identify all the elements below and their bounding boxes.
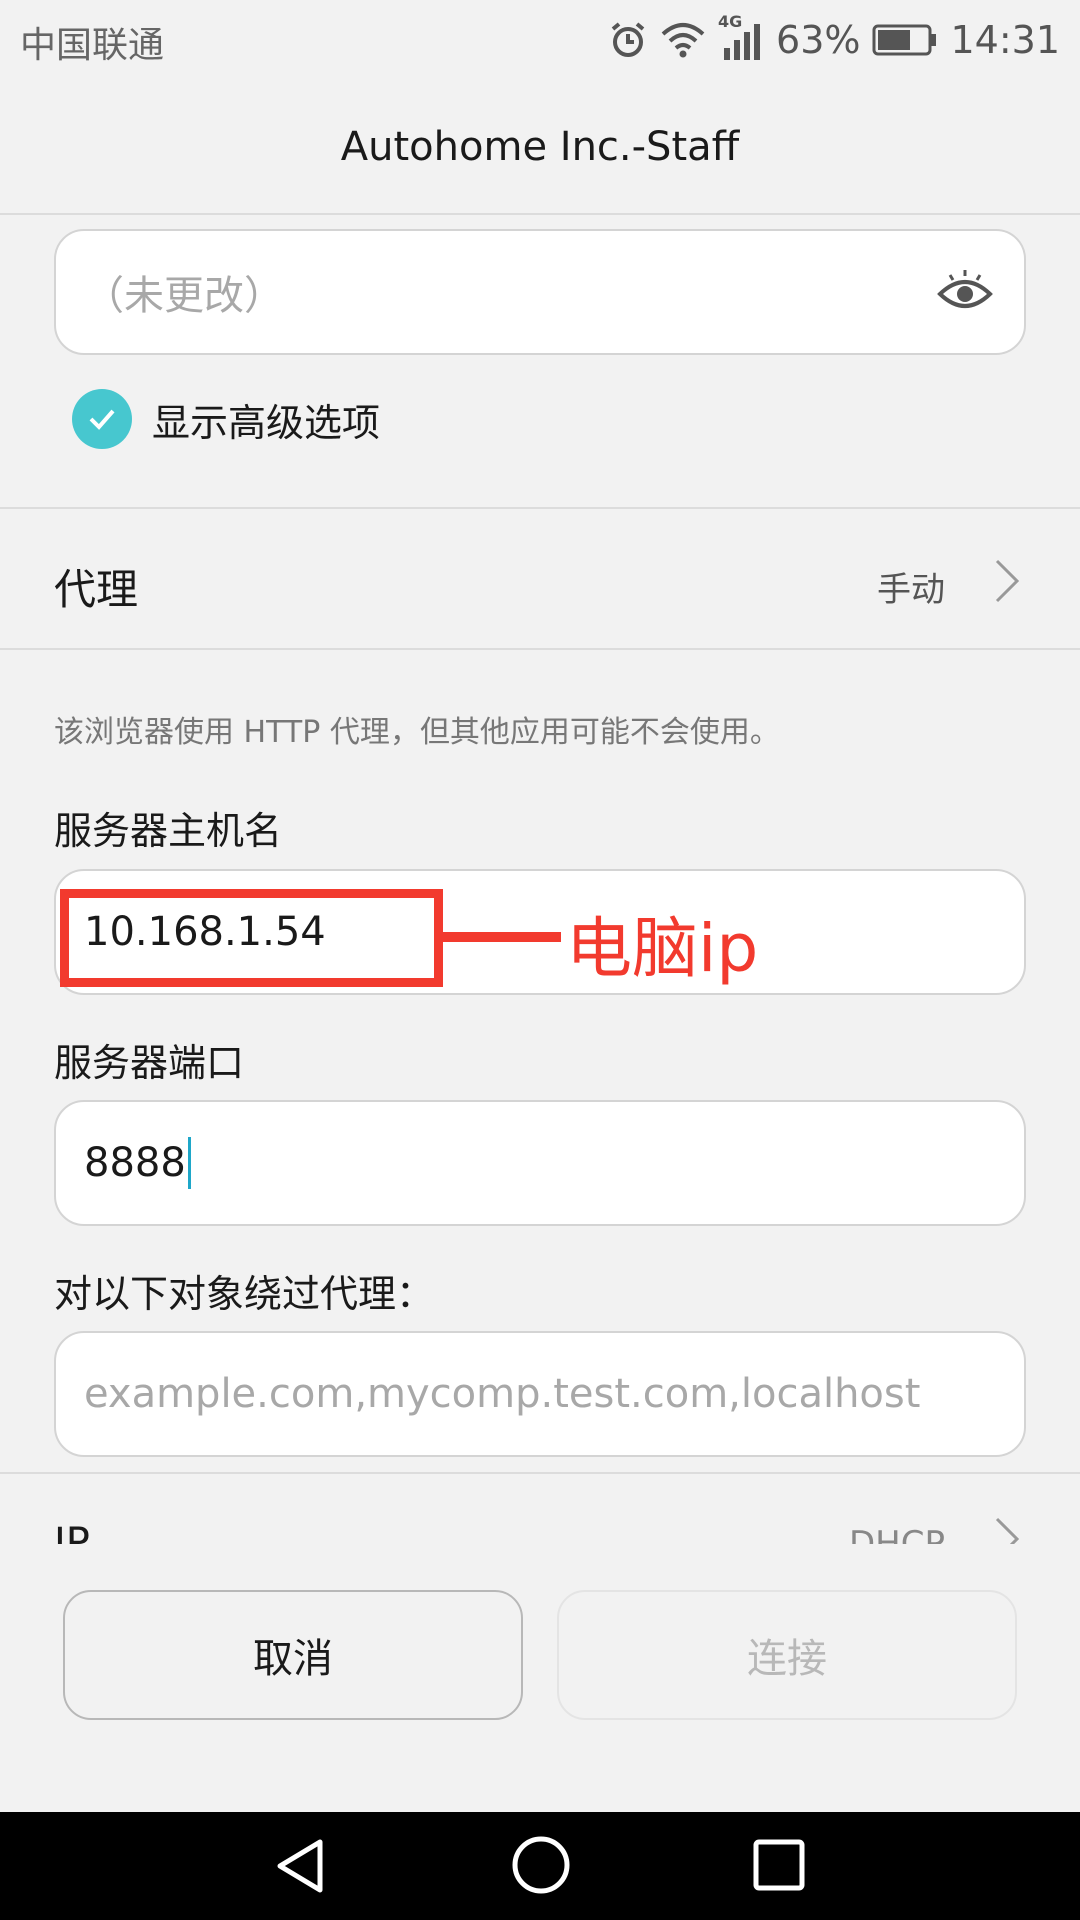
port-label: 服务器端口 — [54, 1041, 245, 1085]
ip-settings-row[interactable]: IP DHCP — [0, 1472, 1080, 1544]
proxy-value: 手动 — [877, 570, 945, 610]
alarm-icon — [608, 20, 648, 60]
port-input[interactable]: 8888 — [54, 1100, 1026, 1226]
annotation-line — [443, 932, 561, 942]
status-icons: 4G 63% 14:31 — [608, 10, 1060, 70]
annotation-box — [60, 889, 443, 987]
connect-button[interactable]: 连接 — [557, 1590, 1017, 1720]
proxy-row[interactable]: 代理 手动 — [0, 510, 1080, 650]
home-icon[interactable] — [510, 1834, 572, 1900]
eye-icon[interactable] — [936, 264, 994, 332]
annotation-label: 电脑ip — [566, 910, 759, 987]
divider — [0, 507, 1080, 509]
port-value: 8888 — [84, 1140, 186, 1186]
cell-signal-icon: 4G — [718, 12, 764, 62]
password-placeholder: （未更改） — [84, 273, 284, 319]
clock: 14:31 — [950, 18, 1060, 62]
ip-settings-label: IP — [54, 1520, 90, 1544]
text-cursor — [187, 1137, 191, 1189]
title-bar: Autohome Inc.-Staff — [0, 80, 1080, 215]
password-field[interactable]: （未更改） — [54, 229, 1026, 355]
battery-percent: 63% — [776, 18, 861, 62]
battery-icon — [872, 24, 938, 56]
recents-icon[interactable] — [752, 1838, 806, 1896]
divider — [0, 648, 1080, 650]
proxy-label: 代理 — [54, 565, 139, 614]
back-icon[interactable] — [272, 1836, 328, 1900]
cancel-button[interactable]: 取消 — [63, 1590, 523, 1720]
bypass-label: 对以下对象绕过代理： — [54, 1272, 435, 1316]
show-advanced-option[interactable]: 显示高级选项 — [72, 389, 380, 449]
proxy-hint: 该浏览器使用 HTTP 代理，但其他应用可能不会使用。 — [54, 715, 780, 750]
status-bar: 中国联通 4G 63% 14:31 — [0, 0, 1080, 80]
chevron-right-icon — [994, 558, 1020, 608]
ip-settings-value: DHCP — [849, 1524, 945, 1544]
hostname-label: 服务器主机名 — [54, 809, 283, 853]
checkbox-checked-icon[interactable] — [72, 389, 132, 449]
bypass-placeholder: example.com,mycomp.test.com,localhost — [84, 1371, 921, 1417]
bypass-input[interactable]: example.com,mycomp.test.com,localhost — [54, 1331, 1026, 1457]
page-title: Autohome Inc.-Staff — [340, 123, 740, 170]
navigation-bar — [0, 1812, 1080, 1920]
carrier-name: 中国联通 — [20, 25, 165, 66]
chevron-right-icon — [994, 1516, 1020, 1544]
show-advanced-label: 显示高级选项 — [152, 400, 381, 445]
wifi-icon — [660, 20, 706, 60]
